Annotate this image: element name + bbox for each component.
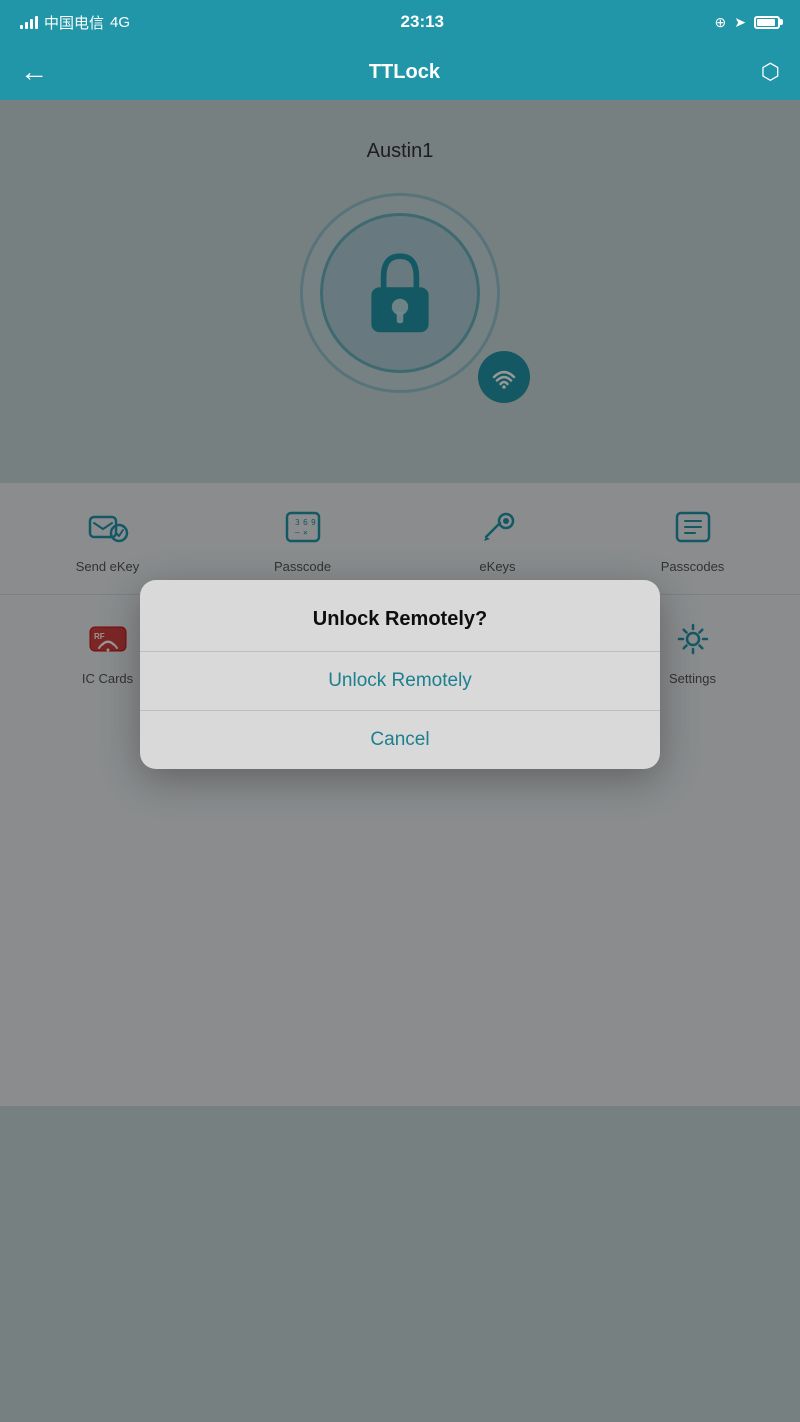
status-right: ⊕ ➤ (715, 14, 780, 31)
status-bar: 中国电信 4G 23:13 ⊕ ➤ (0, 0, 800, 44)
settings-icon[interactable]: ⬡ (761, 59, 780, 85)
battery-icon (754, 16, 780, 29)
signal-icon (20, 15, 38, 29)
carrier-label: 中国电信 (44, 12, 104, 33)
main-content: Austin1 (0, 100, 800, 1422)
nav-title: TTLock (369, 61, 440, 84)
network-label: 4G (110, 14, 130, 31)
back-button[interactable]: ← (20, 58, 48, 86)
status-left: 中国电信 4G (20, 12, 130, 33)
status-time: 23:13 (401, 12, 444, 32)
lock-icon: ⊕ (715, 14, 727, 31)
nav-bar: ← TTLock ⬡ (0, 44, 800, 100)
dialog-title: Unlock Remotely? (140, 580, 660, 651)
unlock-remotely-dialog: Unlock Remotely? Unlock Remotely Cancel (140, 580, 660, 769)
location-icon: ➤ (734, 14, 746, 31)
unlock-remotely-button[interactable]: Unlock Remotely (140, 652, 660, 710)
cancel-button[interactable]: Cancel (140, 711, 660, 769)
